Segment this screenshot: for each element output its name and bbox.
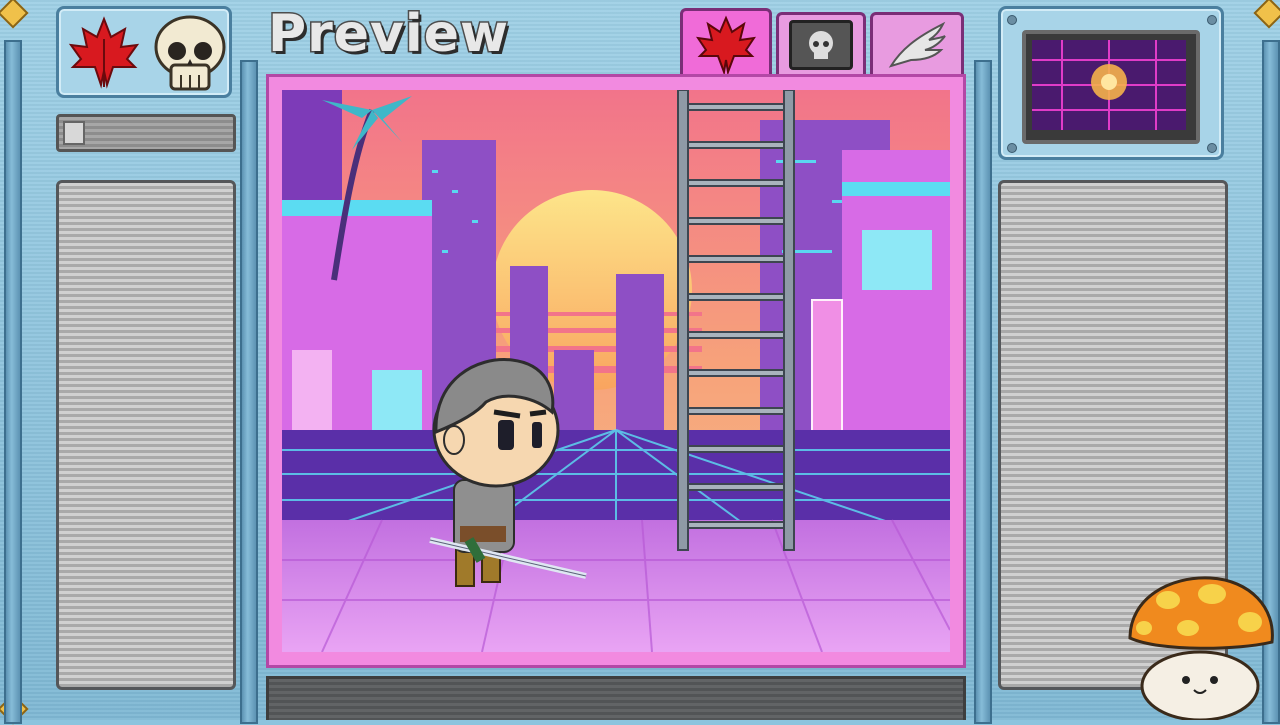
skull-icon[interactable] bbox=[151, 13, 229, 95]
maple-leaf-icon[interactable] bbox=[67, 15, 141, 91]
bolt-icon bbox=[1007, 143, 1017, 153]
bolt-icon bbox=[1207, 15, 1217, 25]
skull-icon bbox=[789, 19, 853, 70]
stage-status-bar bbox=[266, 676, 966, 720]
name-bar-badge-icon bbox=[63, 121, 85, 145]
skill-thumbnail[interactable] bbox=[1022, 30, 1200, 144]
tab-maple[interactable] bbox=[680, 8, 772, 76]
bolt-icon bbox=[1207, 143, 1217, 153]
preview-scene bbox=[282, 90, 950, 652]
maple-leaf-icon bbox=[696, 14, 756, 74]
wing-icon bbox=[888, 21, 946, 68]
vaporwave-scene bbox=[282, 90, 950, 652]
right-divider bbox=[974, 60, 992, 724]
bolt-icon bbox=[1007, 15, 1017, 25]
tab-skull[interactable] bbox=[776, 12, 866, 74]
page-title: Preview bbox=[266, 3, 510, 66]
left-icon-box bbox=[56, 6, 232, 98]
tab-wing[interactable] bbox=[870, 12, 964, 74]
character-sprite bbox=[429, 358, 587, 587]
mushroom-mascot-icon bbox=[1128, 576, 1274, 720]
left-divider bbox=[240, 60, 258, 724]
skill-effect-icon bbox=[1032, 40, 1186, 130]
left-rail bbox=[4, 40, 22, 724]
name-bar[interactable] bbox=[56, 114, 236, 152]
left-equipment-slot[interactable] bbox=[56, 180, 236, 690]
